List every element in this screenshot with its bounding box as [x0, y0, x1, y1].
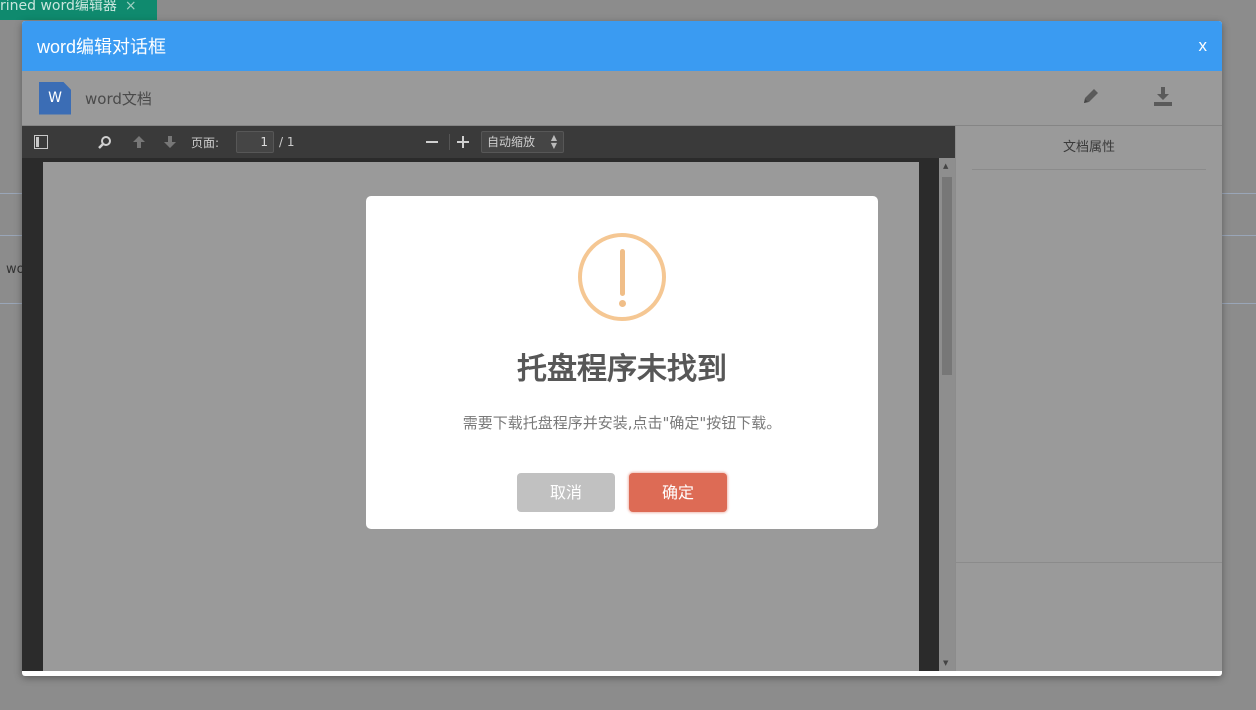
- toolbar-separator: [449, 134, 450, 150]
- properties-divider: [956, 562, 1222, 563]
- properties-title: 文档属性: [972, 126, 1206, 170]
- download-icon[interactable]: [1152, 85, 1174, 107]
- warning-icon-dot: [619, 300, 626, 307]
- word-file-icon: W: [39, 81, 71, 115]
- tab-close-icon[interactable]: ×: [125, 0, 137, 14]
- scrollbar-thumb[interactable]: [942, 177, 952, 375]
- dialog-header: word编辑对话框 x: [22, 21, 1222, 71]
- background-tab[interactable]: rined word编辑器 ×: [0, 0, 157, 20]
- sidebar-toggle-icon[interactable]: [34, 126, 48, 158]
- arrow-down-icon[interactable]: [163, 126, 177, 158]
- cancel-button[interactable]: 取消: [517, 473, 615, 512]
- arrow-up-icon[interactable]: [132, 126, 146, 158]
- page-total: / 1: [279, 135, 295, 149]
- alert-modal: 托盘程序未找到 需要下载托盘程序并安装,点击"确定"按钮下载。 取消 确定: [366, 196, 878, 529]
- pencil-icon[interactable]: [1080, 85, 1102, 107]
- dialog-title: word编辑对话框: [37, 37, 167, 57]
- word-file-icon-letter: W: [48, 90, 62, 106]
- viewer-toolbar: 页面: 1 / 1 自动缩放 ▲ ▼: [22, 126, 955, 158]
- scroll-up-icon[interactable]: ▲: [943, 162, 948, 170]
- alert-title: 托盘程序未找到: [517, 352, 727, 387]
- chevron-updown-icon: ▲ ▼: [550, 133, 557, 150]
- zoom-select-value: 自动缩放: [487, 135, 536, 149]
- scroll-down-icon[interactable]: ▼: [943, 659, 948, 667]
- page-number-input[interactable]: 1: [236, 131, 274, 153]
- document-bar: W word文档: [22, 71, 1222, 126]
- document-actions: [1080, 85, 1174, 107]
- page-label: 页面:: [191, 135, 220, 150]
- zoom-select[interactable]: 自动缩放 ▲ ▼: [481, 131, 564, 153]
- zoom-out-icon[interactable]: [426, 126, 438, 158]
- warning-icon-bar: [620, 249, 625, 296]
- document-name: word文档: [85, 89, 152, 108]
- background-tab-label: rined word编辑器: [0, 0, 117, 14]
- dialog-close-button[interactable]: x: [1199, 36, 1208, 56]
- warning-icon: [578, 233, 666, 321]
- confirm-button[interactable]: 确定: [629, 473, 727, 512]
- search-icon[interactable]: [98, 126, 112, 158]
- zoom-in-icon[interactable]: [457, 126, 469, 158]
- alert-message: 需要下载托盘程序并安装,点击"确定"按钮下载。: [462, 414, 782, 432]
- vertical-scrollbar[interactable]: ▲ ▼: [939, 158, 955, 671]
- properties-panel: 文档属性: [955, 126, 1222, 671]
